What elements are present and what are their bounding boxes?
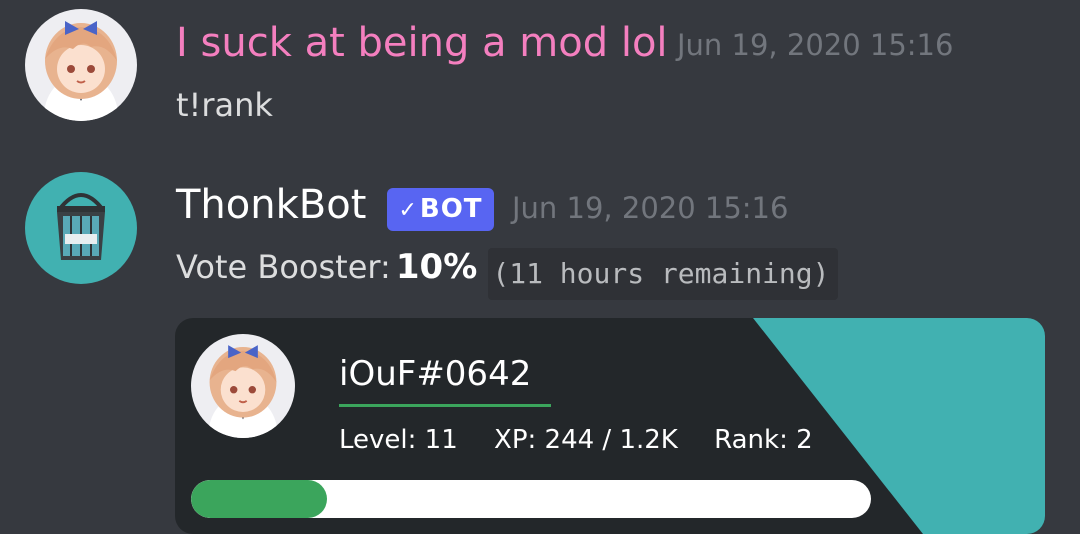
anime-girl-avatar-icon (191, 334, 295, 438)
rank-stats: Level: 11 XP: 244 / 1.2K Rank: 2 (339, 422, 841, 458)
vote-booster-remaining: (11 hours remaining) (488, 247, 838, 300)
xp-stat: XP: 244 / 1.2K (494, 425, 678, 455)
bot-tag: ✓BOT (387, 188, 494, 231)
rank-card-username: iOuF#0642 (339, 354, 532, 394)
paint-bucket-avatar-icon (25, 172, 137, 284)
message-timestamp: Jun 19, 2020 15:16 (677, 28, 954, 62)
message-timestamp: Jun 19, 2020 15:16 (512, 191, 789, 225)
checkmark-icon: ✓ (398, 198, 418, 223)
vote-booster-line: Vote Booster: 10% (11 hours remaining) (176, 246, 838, 300)
xp-progress-fill (191, 480, 327, 518)
user-avatar[interactable] (25, 9, 137, 121)
bot-username[interactable]: ThonkBot (176, 182, 366, 228)
bot-tag-label: BOT (419, 194, 483, 224)
message-content: t!rank (176, 86, 273, 124)
rank-stat: Rank: 2 (714, 425, 813, 455)
xp-progress-bar (191, 480, 871, 518)
username-underline (339, 404, 551, 407)
chat-view: I suck at being a mod lol Jun 19, 2020 1… (0, 0, 1080, 534)
rank-card-avatar (191, 334, 295, 438)
vote-booster-label: Vote Booster: (176, 248, 391, 286)
anime-girl-avatar-icon (25, 9, 137, 121)
mod-username[interactable]: I suck at being a mod lol (176, 20, 668, 66)
bot-avatar[interactable] (25, 172, 137, 284)
rank-card-image[interactable]: iOuF#0642 Level: 11 XP: 244 / 1.2K Rank:… (175, 318, 1045, 534)
vote-booster-percent: 10% (395, 247, 478, 287)
level-stat: Level: 11 (339, 425, 458, 455)
